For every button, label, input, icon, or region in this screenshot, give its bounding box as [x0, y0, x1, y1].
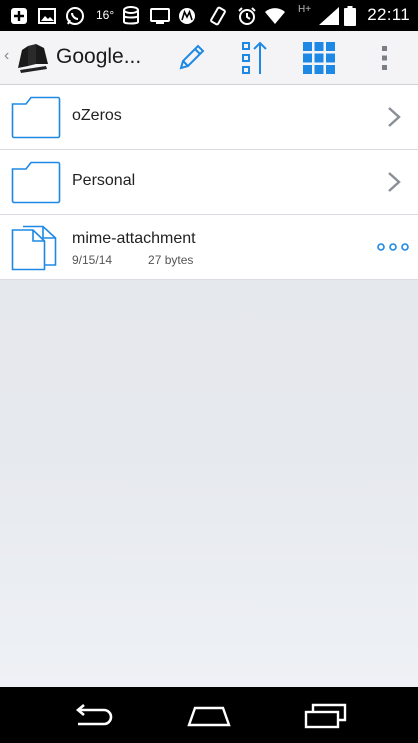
alarm-icon: [237, 6, 257, 25]
image-icon: [38, 6, 56, 25]
home-button[interactable]: [179, 699, 239, 733]
database-icon: [122, 5, 140, 25]
list-item-folder-personal[interactable]: Personal: [0, 150, 418, 215]
grid-view-button[interactable]: [298, 38, 340, 78]
screen-icon: [150, 6, 170, 25]
folder-icon: [11, 160, 61, 204]
recents-icon: [304, 703, 347, 729]
navigation-bar: [0, 687, 418, 743]
battery-icon: [344, 5, 356, 26]
sort-icon: [242, 41, 267, 74]
item-size: 27 bytes: [148, 253, 194, 267]
clock-text: 22:11: [367, 5, 410, 24]
file-list-area: oZeros Personal mime-attachment 9/15/14 …: [0, 85, 418, 687]
back-icon: [75, 704, 113, 726]
page-title: Google...: [56, 45, 142, 68]
grid-view-icon: [303, 42, 335, 74]
more-options-icon[interactable]: [376, 237, 410, 257]
item-meta: 9/15/14 27 bytes: [72, 253, 193, 267]
up-caret-icon[interactable]: ‹: [4, 47, 9, 65]
status-bar: 16° H+ 22:11: [0, 0, 418, 31]
item-name: oZeros: [72, 107, 122, 124]
file-list: oZeros Personal mime-attachment 9/15/14 …: [0, 85, 418, 280]
item-name: Personal: [72, 172, 136, 189]
motorola-icon: [178, 6, 196, 25]
list-item-file-mime-attachment[interactable]: mime-attachment 9/15/14 27 bytes: [0, 215, 418, 280]
sort-button[interactable]: [234, 38, 276, 78]
back-button[interactable]: [62, 699, 122, 733]
whatsapp-icon: [65, 6, 85, 25]
signal-icon: [318, 6, 340, 25]
add-notification-icon: [10, 6, 28, 25]
item-date: 9/15/14: [72, 253, 113, 267]
overflow-menu-button[interactable]: [364, 38, 406, 78]
folder-icon: [11, 95, 61, 139]
app-logo-icon[interactable]: [16, 42, 50, 74]
list-item-folder-ozeros[interactable]: oZeros: [0, 85, 418, 150]
action-bar: ‹ Google...: [0, 31, 418, 85]
chevron-right-icon[interactable]: [384, 105, 404, 129]
edit-icon: [179, 44, 205, 70]
recents-button[interactable]: [296, 699, 356, 733]
document-icon: [11, 225, 61, 271]
item-name: mime-attachment: [72, 230, 196, 247]
network-type-label: H+: [298, 4, 312, 15]
overflow-menu-icon: [382, 46, 387, 70]
wifi-icon: [264, 6, 286, 25]
temperature-text: 16°: [96, 8, 115, 22]
chevron-right-icon[interactable]: [384, 170, 404, 194]
home-icon: [187, 706, 231, 727]
edit-button[interactable]: [170, 38, 212, 78]
rotate-icon: [208, 6, 228, 25]
